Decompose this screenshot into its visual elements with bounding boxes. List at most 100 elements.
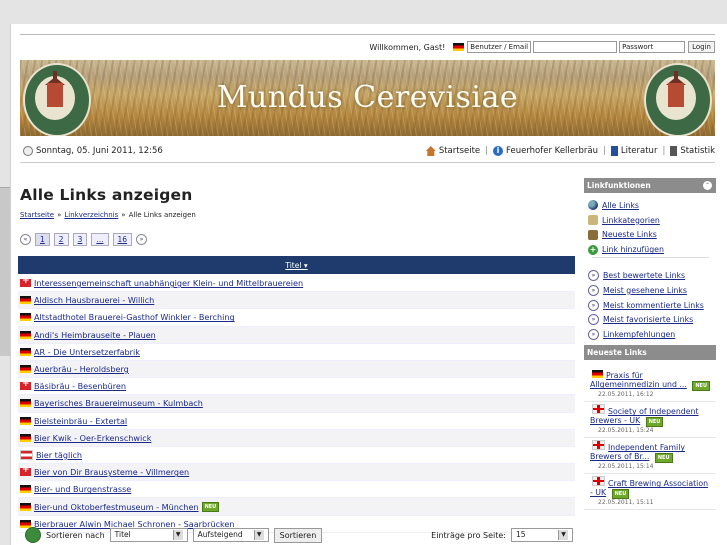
neueste-links-header: Neueste Links [584,345,716,361]
clock-icon [23,146,33,156]
sort-icon [25,527,41,543]
arrow-right-icon: » [588,270,599,282]
chevron-down-icon: ▼ [558,530,568,540]
flag-germany-icon [20,296,31,305]
info-bar: Sonntag, 05. Juni 2011, 12:56 Startseite… [20,140,715,163]
brewery-seal-right-icon [644,63,712,136]
login-bar: Willkommen, Gast! Benutzer / Email Passw… [369,40,715,54]
flag-uk-icon [592,440,605,451]
link-title[interactable]: Bier-und Oktoberfestmuseum - München [34,502,199,512]
flag-uk-icon [592,476,605,487]
top-navigation: Startseite | i Feuerhofer Kellerbräu | Li… [421,146,715,156]
sidebar-item-link-hinzufuegen: + Link hinzufügen [588,244,664,255]
flag-germany-icon [592,370,603,379]
site-title: Mundus Cerevisiae [216,80,519,115]
link-title[interactable]: Bier Kwik - Oer-Erkenschwick [34,433,151,443]
linkfunktionen-list: Alle Links Linkkategorien Neueste Links … [584,193,716,345]
page-ellipsis[interactable]: ... [91,233,109,246]
link-title[interactable]: AR - Die Untersetzerfabrik [34,347,140,357]
sidebar-item-best-bewertet: » Best bewertete Links [588,268,713,283]
table-row: Bielsteinbräu - Extertal [18,413,575,430]
language-flag-icon[interactable] [453,43,465,51]
new-badge: NEU [692,381,711,392]
add-icon: + [588,244,598,255]
flag-switzerland-icon [20,465,31,477]
arrow-right-icon: » [588,299,599,311]
sort-button[interactable]: Sortieren [273,527,323,543]
new-badge: NEU [645,417,664,428]
sort-bar: Sortieren nach Titel ▼ Aufsteigend ▼ Sorti… [25,526,573,544]
sidebar-item-meist-favorisiert: » Meist favorisierte Links [588,313,713,328]
per-page-select[interactable]: 15 ▼ [511,528,573,542]
next-page-icon[interactable]: » [136,234,148,245]
nav-startseite[interactable]: Startseite [425,146,480,156]
flag-germany-icon [20,433,31,442]
nav-statistik[interactable]: Statistik [670,146,715,156]
page-16[interactable]: 16 [112,233,133,246]
flag-austria-icon [20,449,33,460]
page-3[interactable]: 3 [72,233,88,246]
table-row: Interessengemeinschaft unabhängiger Klei… [18,275,575,293]
arrow-right-icon: » [588,329,599,341]
table-row: Bier von Dir Brausysteme - Villmergen [18,464,575,482]
password-field[interactable]: Passwort [619,41,686,53]
table-row: Auerbräu - Heroldsberg [18,360,575,379]
sidebar-item-alle-links: Alle Links [588,198,713,213]
per-page: Einträge pro Seite: 15 ▼ [431,528,573,542]
table-row: Bayerisches Brauereimuseum - Kulmbach [18,395,575,413]
table-row: Bier-und Oktoberfestmuseum - München NEU [18,498,575,516]
link-title[interactable]: Bäsibräu - Besenbüren [34,381,126,391]
table-header: Titel ▾ [18,256,575,274]
new-badge: NEU [201,501,220,512]
nav-literatur[interactable]: Literatur [610,146,657,156]
statistics-icon [670,146,678,156]
link-title[interactable]: Bier von Dir Brausysteme - Villmergen [34,467,189,477]
per-page-label: Einträge pro Seite: [431,530,506,540]
link-title[interactable]: Aldisch Hausbrauerei - Willich [34,295,154,305]
welcome-text: Willkommen, Gast! [369,42,446,52]
sort-by-title-link[interactable]: Titel ▾ [285,261,307,270]
flag-uk-icon [592,404,605,415]
link-title[interactable]: Bielsteinbräu - Extertal [34,416,127,426]
link-title[interactable]: Auerbräu - Heroldsberg [34,364,129,374]
sidebar-item-neueste-links: Neueste Links [588,228,713,243]
link-title[interactable]: Bier- und Burgenstrasse [34,484,131,494]
link-title[interactable]: Interessengemeinschaft unabhängiger Klei… [34,278,303,288]
link-title[interactable]: Bier täglich [36,450,82,460]
table-row: Bier- und Burgenstrasse [18,481,575,499]
list-item: Craft Brewing Association - UK NEU 22.05… [584,474,716,511]
sort-order-select[interactable]: Aufsteigend ▼ [192,528,269,542]
table-row: AR - Die Untersetzerfabrik [18,344,575,361]
login-method-select[interactable]: Benutzer / Email [467,41,532,53]
nav-feuerhofer-kellerbraeu[interactable]: i Feuerhofer Kellerbräu [493,146,598,156]
collapse-icon[interactable]: ⌃ [703,181,712,190]
list-item: Independent Family Brewers of Br... NEU … [584,438,716,475]
table-row: Altstadthotel Brauerei-Gasthof Winkler -… [18,309,575,327]
arrow-right-icon: » [588,284,599,296]
breadcrumb-current: Alle Links anzeigen [128,211,196,219]
link-title[interactable]: Altstadthotel Brauerei-Gasthof Winkler -… [34,312,235,322]
linkfunktionen-header: Linkfunktionen ⌃ [584,178,716,193]
username-field[interactable] [533,41,618,53]
breadcrumb-linkverzeichnis[interactable]: Linkverzeichnis [64,211,118,219]
page-1[interactable]: 1 [35,233,50,246]
flag-germany-icon [20,502,31,511]
first-page-icon[interactable]: « [20,234,31,245]
login-button[interactable]: Login [688,41,715,53]
table-row: Aldisch Hausbrauerei - Willich [18,292,575,310]
top-divider [20,34,715,35]
link-title[interactable]: Bayerisches Brauereimuseum - Kulmbach [34,398,203,408]
folder-icon [588,215,598,226]
table-row: Bier Kwik - Oer-Erkenschwick [18,429,575,447]
sidebar-item-meist-gesehen: » Meist gesehene Links [588,283,713,298]
flag-germany-icon [20,347,31,356]
link-title[interactable]: Andi's Heimbrauseite - Plauen [34,330,156,340]
sort-label: Sortieren nach [46,530,105,540]
book-icon [610,146,618,156]
table-row: Bier täglich [18,447,575,465]
chevron-down-icon: ▼ [253,530,264,540]
breadcrumb-startseite[interactable]: Startseite [20,211,54,219]
page-2[interactable]: 2 [53,233,69,246]
neueste-links-list: Praxis für Allgemeinmedizin und ... NEU … [584,360,716,511]
sort-field-select[interactable]: Titel ▼ [109,528,188,542]
